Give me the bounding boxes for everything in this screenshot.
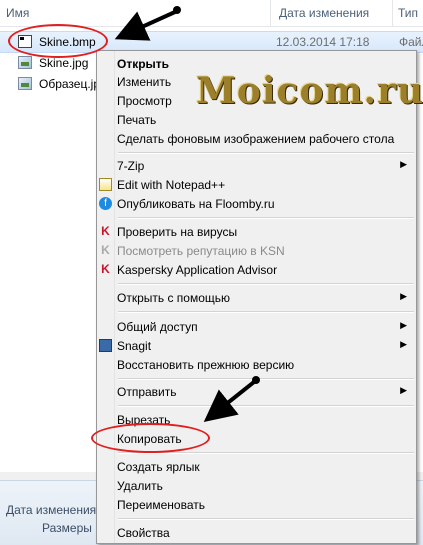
menu-item-label: Опубликовать на Floomby.ru <box>117 197 275 211</box>
menu-item-label: Изменить <box>117 75 172 89</box>
menu-item-label: Печать <box>117 113 157 127</box>
menu-item-share[interactable]: Общий доступ ▶ <box>97 317 416 337</box>
floomby-icon: f <box>99 197 112 210</box>
submenu-arrow-icon: ▶ <box>400 385 407 395</box>
menu-item-send-to[interactable]: Отправить ▶ <box>97 382 416 402</box>
column-date[interactable]: Дата изменения <box>279 6 369 20</box>
notepad-icon <box>99 178 112 191</box>
menu-item-label: Edit with Notepad++ <box>117 178 226 192</box>
menu-item-label: Общий доступ <box>117 320 198 334</box>
menu-item-edit[interactable]: Изменить <box>97 72 416 92</box>
kaspersky-icon: K <box>101 224 110 238</box>
snagit-icon <box>99 339 112 352</box>
submenu-arrow-icon: ▶ <box>400 291 407 301</box>
menu-item-preview[interactable]: Просмотр <box>97 91 416 111</box>
kaspersky-icon: K <box>101 262 110 276</box>
menu-separator <box>118 378 414 380</box>
menu-item-rename[interactable]: Переименовать <box>97 495 416 515</box>
menu-item-kaspersky-advisor[interactable]: K Kaspersky Application Advisor <box>97 260 416 280</box>
menu-separator <box>118 217 414 219</box>
menu-item-floomby[interactable]: f Опубликовать на Floomby.ru <box>97 194 416 214</box>
image-file-icon <box>18 56 32 69</box>
menu-item-create-shortcut[interactable]: Создать ярлык <box>97 457 416 477</box>
menu-item-label: Восстановить прежнюю версию <box>117 358 295 372</box>
menu-item-label: Переименовать <box>117 498 205 512</box>
file-type: Файл <box>399 35 423 49</box>
menu-item-open[interactable]: Открыть <box>97 54 416 74</box>
menu-separator <box>118 152 414 154</box>
menu-item-label: Просмотр <box>117 94 172 108</box>
file-name: Skine.jpg <box>39 56 89 70</box>
menu-separator <box>118 405 414 407</box>
column-type[interactable]: Тип <box>398 6 418 20</box>
menu-separator <box>118 283 414 285</box>
column-name[interactable]: Имя <box>6 6 29 20</box>
menu-item-label: Создать ярлык <box>117 460 200 474</box>
column-divider[interactable] <box>392 0 393 26</box>
menu-item-scan-virus[interactable]: K Проверить на вирусы <box>97 222 416 242</box>
menu-item-label: Свойства <box>117 526 170 540</box>
menu-item-set-wallpaper[interactable]: Сделать фоновым изображением рабочего ст… <box>97 129 416 149</box>
menu-item-label: Kaspersky Application Advisor <box>117 263 278 277</box>
submenu-arrow-icon: ▶ <box>400 159 407 169</box>
menu-item-print[interactable]: Печать <box>97 110 416 130</box>
context-menu: Открыть Изменить Просмотр Печать Сделать… <box>96 50 417 544</box>
menu-item-7zip[interactable]: 7-Zip ▶ <box>97 156 416 176</box>
kaspersky-icon: K <box>101 243 110 257</box>
column-header: Имя Дата изменения Тип <box>0 0 423 27</box>
menu-item-properties[interactable]: Свойства <box>97 523 416 543</box>
column-divider[interactable] <box>270 0 271 26</box>
menu-item-label: 7-Zip <box>117 159 145 173</box>
menu-item-label: Открыть с помощью <box>117 291 231 305</box>
menu-item-label: Snagit <box>117 339 152 353</box>
menu-separator <box>118 311 414 313</box>
submenu-arrow-icon: ▶ <box>400 339 407 349</box>
menu-item-delete[interactable]: Удалить <box>97 476 416 496</box>
menu-item-label: Сделать фоновым изображением рабочего ст… <box>117 132 395 146</box>
highlight-oval-file <box>8 24 108 58</box>
details-date-label: Дата изменения <box>6 503 97 517</box>
menu-item-label: Посмотреть репутацию в KSN <box>117 244 285 258</box>
menu-item-notepad[interactable]: Edit with Notepad++ <box>97 175 416 195</box>
menu-item-label: Открыть <box>117 57 170 71</box>
menu-item-ksn[interactable]: K Посмотреть репутацию в KSN <box>97 241 416 261</box>
menu-item-snagit[interactable]: Snagit ▶ <box>97 336 416 356</box>
menu-item-label: Проверить на вирусы <box>117 225 238 239</box>
menu-item-label: Удалить <box>117 479 163 493</box>
image-file-icon <box>18 77 32 90</box>
menu-separator <box>118 518 414 520</box>
details-size-label: Размеры <box>42 521 92 535</box>
file-date: 12.03.2014 17:18 <box>276 35 370 49</box>
submenu-arrow-icon: ▶ <box>400 320 407 330</box>
menu-item-open-with[interactable]: Открыть с помощью ▶ <box>97 288 416 308</box>
menu-item-label: Отправить <box>117 385 177 399</box>
menu-item-restore-version[interactable]: Восстановить прежнюю версию <box>97 355 416 375</box>
highlight-oval-copy <box>91 423 210 453</box>
